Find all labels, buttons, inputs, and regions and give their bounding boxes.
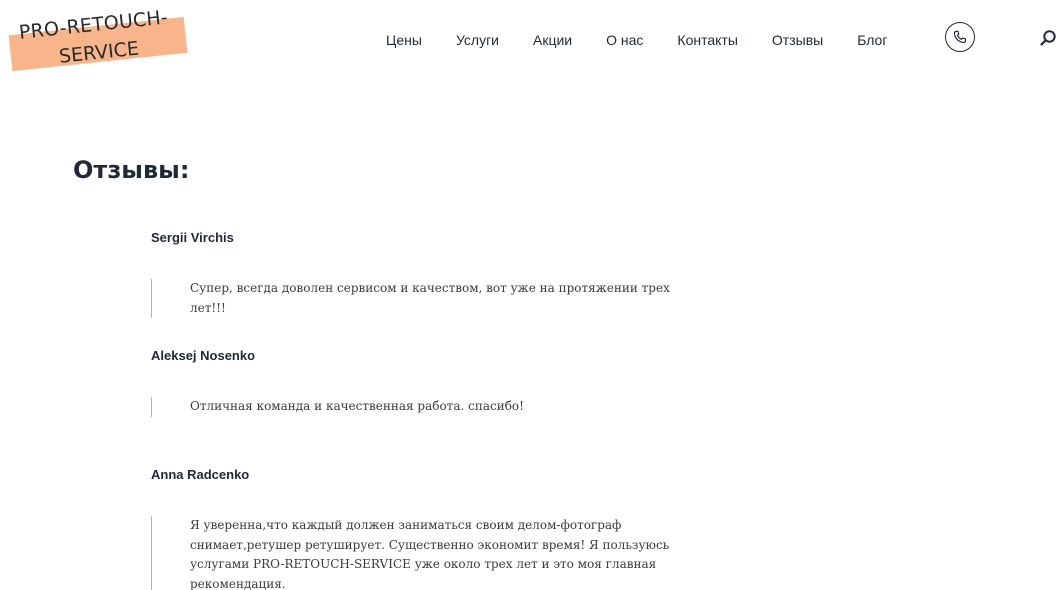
main-nav: Цены Услуги Акции О нас Контакты Отзывы …	[386, 30, 887, 50]
nav-item-services[interactable]: Услуги	[456, 32, 499, 48]
nav-item-prices[interactable]: Цены	[386, 32, 422, 48]
logo[interactable]: PRO-RETOUCH- SERVICE	[8, 6, 188, 72]
review-text: Отличная команда и качественная работа. …	[151, 397, 670, 417]
review-item: Anna Radcenko Я уверенна,что каждый долж…	[151, 467, 711, 590]
review-text: Супер, всегда доволен сервисом и качеств…	[151, 279, 670, 318]
nav-item-contacts[interactable]: Контакты	[677, 32, 737, 48]
phone-button[interactable]	[945, 22, 975, 52]
review-author: Sergii Virchis	[151, 230, 234, 245]
search-icon	[1040, 30, 1056, 46]
nav-item-blog[interactable]: Блог	[857, 32, 887, 48]
nav-item-reviews[interactable]: Отзывы	[772, 32, 823, 48]
nav-item-promotions[interactable]: Акции	[533, 32, 572, 48]
review-item: Aleksej Nosenko Отличная команда и качес…	[151, 348, 711, 417]
nav-item-about[interactable]: О нас	[606, 32, 643, 48]
review-text: Я уверенна,что каждый должен заниматься …	[151, 516, 670, 590]
review-author: Anna Radcenko	[151, 467, 250, 482]
page-title: Отзывы:	[73, 156, 190, 184]
search-button[interactable]	[1039, 29, 1057, 47]
review-author: Aleksej Nosenko	[151, 348, 256, 363]
review-item: Sergii Virchis Супер, всегда доволен сер…	[151, 230, 711, 318]
phone-icon	[953, 30, 967, 44]
